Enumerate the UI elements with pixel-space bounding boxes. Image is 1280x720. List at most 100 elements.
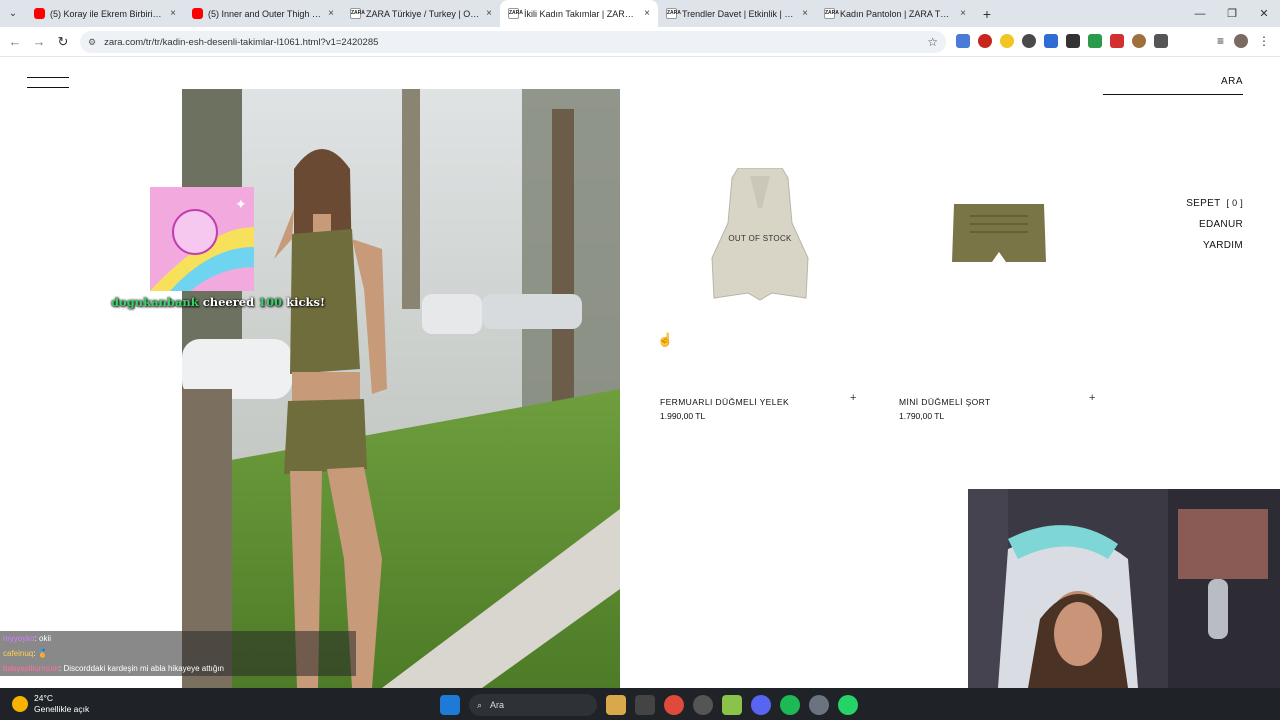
extension-icon[interactable] <box>1044 34 1058 48</box>
cart-count-badge: [ 0 ] <box>1226 198 1243 208</box>
bookmark-star-icon[interactable]: ☆ <box>927 35 938 49</box>
zara-icon: ZARA <box>824 8 839 19</box>
extension-icon[interactable] <box>1132 34 1146 48</box>
forward-arrow-icon[interactable]: → <box>27 34 51 49</box>
add-to-cart-plus-icon[interactable]: + <box>1089 392 1095 404</box>
shorts-image[interactable] <box>950 204 1048 269</box>
reading-list-icon[interactable]: ≡ <box>1217 34 1224 48</box>
obs-icon[interactable] <box>693 695 713 715</box>
chat-message: babyasiliurmum: Discorddaki kardeşin mi … <box>0 661 356 676</box>
cart-link[interactable]: SEPET [ 0 ] <box>1186 198 1243 209</box>
profile-avatar[interactable] <box>1234 34 1248 48</box>
tab-5[interactable]: ZARA Trendler Davet | Etkinlik | ZARA × <box>658 0 816 27</box>
spotify-icon[interactable] <box>780 695 800 715</box>
tab-1[interactable]: (5) Koray ile Ekrem Birbirine Gir × <box>26 0 184 27</box>
more-menu-icon[interactable]: ⋮ <box>1258 34 1270 48</box>
whatsapp-icon[interactable] <box>838 695 858 715</box>
reload-icon[interactable]: ↻ <box>51 34 75 50</box>
task-view-icon[interactable] <box>635 695 655 715</box>
site-info-icon[interactable]: ⚙ <box>88 37 96 48</box>
discord-icon[interactable] <box>751 695 771 715</box>
tab-title: İkili Kadın Takımlar | ZARA Türk <box>524 8 639 19</box>
out-of-stock-label: OUT OF STOCK <box>728 234 792 243</box>
settings-gear-icon[interactable] <box>809 695 829 715</box>
cheer-verb: cheered <box>198 295 259 309</box>
user-link[interactable]: EDANUR <box>1186 219 1243 230</box>
weather-sun-icon <box>12 696 28 712</box>
right-nav: SEPET [ 0 ] EDANUR YARDIM <box>1186 198 1243 261</box>
extension-icon[interactable] <box>1110 34 1124 48</box>
chat-text: : okii <box>34 634 52 643</box>
tab-6[interactable]: ZARA Kadın Pantolon | ZARA Türkiye × <box>816 0 974 27</box>
product-name[interactable]: MİNİ DÜĞMELİ ŞORT <box>899 397 991 407</box>
tab-close-icon[interactable]: × <box>802 8 808 19</box>
tab-close-icon[interactable]: × <box>644 8 650 19</box>
hand-cursor-icon: ☝ <box>657 332 674 347</box>
extension-icon[interactable] <box>1000 34 1014 48</box>
menu-hamburger-icon[interactable] <box>27 77 69 89</box>
hero-image <box>182 89 620 688</box>
cart-label: SEPET <box>1186 198 1221 209</box>
tab-title: ZARA Türkiye / Turkey | Online <box>366 8 481 19</box>
tab-4-active[interactable]: ZARA İkili Kadın Takımlar | ZARA Türk × <box>500 0 658 27</box>
cheer-alert-text: dogukanbank cheered 100 kicks! <box>111 295 325 309</box>
extension-icon[interactable] <box>978 34 992 48</box>
tab-close-icon[interactable]: × <box>170 8 176 19</box>
chat-text: : Discorddaki kardeşin mi abla hikayeye … <box>59 664 224 673</box>
extension-icon[interactable] <box>1022 34 1036 48</box>
add-to-cart-plus-icon[interactable]: + <box>850 392 856 404</box>
youtube-icon <box>192 8 203 19</box>
tab-close-icon[interactable]: × <box>960 8 966 19</box>
search-icon: ⌕ <box>477 699 483 710</box>
tab-title: Kadın Pantolon | ZARA Türkiye <box>840 8 955 19</box>
translate-extension-icon[interactable] <box>956 34 970 48</box>
cheer-suffix: kicks! <box>282 295 325 309</box>
maximize-icon[interactable]: ❐ <box>1216 0 1248 27</box>
chat-message: myyoyko: okii <box>0 631 356 646</box>
url-text: zara.com/tr/tr/kadin-esh-desenli-takimla… <box>104 36 379 48</box>
live-app-icon[interactable] <box>722 695 742 715</box>
tab-2[interactable]: (5) Inner and Outer Thigh Mode × <box>184 0 342 27</box>
zara-icon: ZARA <box>508 8 523 19</box>
tab-close-icon[interactable]: × <box>328 8 334 19</box>
tab-title: (5) Inner and Outer Thigh Mode <box>208 8 323 19</box>
extension-icon[interactable] <box>1088 34 1102 48</box>
temperature: 24°C <box>34 693 53 703</box>
windows-start-icon[interactable] <box>440 695 460 715</box>
tab-search-chevron-icon[interactable]: ⌄ <box>0 0 26 27</box>
chrome-icon[interactable] <box>664 695 684 715</box>
back-arrow-icon[interactable]: ← <box>3 34 27 49</box>
taskbar-search[interactable]: ⌕ Ara <box>469 694 597 716</box>
search-input[interactable]: ARA <box>1103 76 1243 95</box>
chat-text: : 🏅 <box>33 649 48 658</box>
tab-3[interactable]: ZARA ZARA Türkiye / Turkey | Online × <box>342 0 500 27</box>
close-window-icon[interactable]: ✕ <box>1248 0 1280 27</box>
browser-toolbar: ← → ↻ ⚙ zara.com/tr/tr/kadin-esh-desenli… <box>0 27 1280 57</box>
webcam-overlay <box>968 489 1280 688</box>
help-link[interactable]: YARDIM <box>1186 240 1243 251</box>
svg-text:✦: ✦ <box>235 196 247 212</box>
widget-icon[interactable] <box>606 695 626 715</box>
chat-username: myyoyko <box>3 634 35 643</box>
taskbar-search-placeholder: Ara <box>490 700 505 710</box>
cheer-username: dogukanbank <box>111 295 199 309</box>
extension-icon[interactable] <box>1066 34 1080 48</box>
minimize-icon[interactable]: — <box>1184 0 1216 27</box>
zara-icon: ZARA <box>350 8 365 19</box>
new-tab-button[interactable]: + <box>974 6 1000 22</box>
search-label: ARA <box>1220 76 1243 87</box>
zara-icon: ZARA <box>666 8 681 19</box>
product-name[interactable]: FERMUARLI DÜĞMELİ YELEK <box>660 397 789 407</box>
stream-chat-overlay: myyoyko: okii cafeinuq: 🏅 babyasiliurmum… <box>0 631 356 676</box>
address-bar[interactable]: ⚙ zara.com/tr/tr/kadin-esh-desenli-takim… <box>80 31 946 53</box>
chat-username: babyasiliurmum <box>3 664 60 673</box>
weather-widget[interactable]: 24°C Genellikle açık <box>12 693 89 715</box>
windows-taskbar: 24°C Genellikle açık ⌕ Ara <box>0 688 1280 720</box>
tab-close-icon[interactable]: × <box>486 8 492 19</box>
chat-username: cafeinuq <box>3 649 34 658</box>
youtube-icon <box>34 8 45 19</box>
taskbar-apps: ⌕ Ara <box>440 694 858 716</box>
extensions-puzzle-icon[interactable] <box>1154 34 1168 48</box>
tab-title: Trendler Davet | Etkinlik | ZARA <box>682 8 797 19</box>
weather-condition: Genellikle açık <box>34 704 90 714</box>
